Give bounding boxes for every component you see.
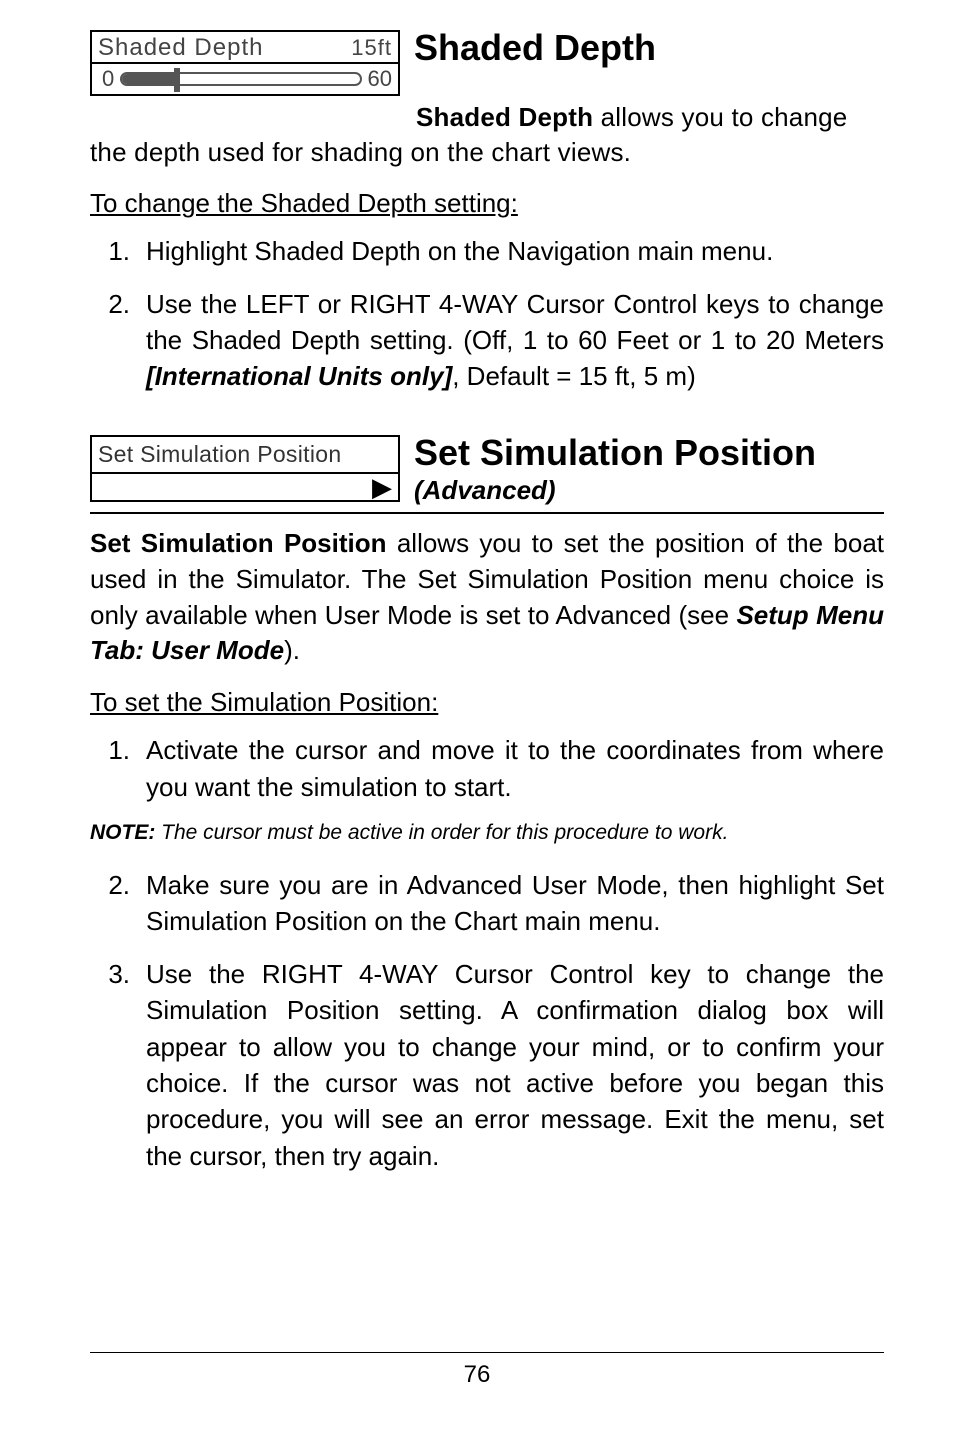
set-sim-position-subhead-italic: (Advanced) (414, 475, 816, 506)
list-number: 2. (90, 867, 146, 940)
note-label: NOTE: (90, 821, 155, 844)
shaded-depth-slider-min: 0 (102, 66, 114, 92)
sim-step-3-text: Use the RIGHT 4-WAY Cursor Control key t… (146, 956, 884, 1174)
set-sim-note: NOTE: The cursor must be active in order… (90, 821, 884, 845)
shaded-depth-heading: Shaded Depth (414, 30, 656, 66)
footer-rule (90, 1352, 884, 1353)
shaded-depth-ui-label: Shaded Depth (98, 34, 263, 62)
shaded-step-2b: , Default = 15 ft, 5 m) (452, 361, 696, 391)
list-number: 2. (90, 286, 146, 395)
list-number: 1. (90, 233, 146, 269)
set-sim-position-ui-box: Set Simulation Position ▶ (90, 435, 400, 502)
shaded-depth-subhead: To change the Shaded Depth setting: (90, 188, 884, 219)
list-number: 3. (90, 956, 146, 1174)
set-sim-position-para1: Set Simulation Position allows you to se… (90, 526, 884, 670)
list-number: 1. (90, 732, 146, 805)
shaded-depth-slider (120, 72, 361, 86)
shaded-depth-ui-slider-row: 0 60 (92, 64, 398, 94)
shaded-depth-slider-thumb (174, 68, 180, 92)
set-sim-p1b: ). (284, 635, 300, 665)
set-sim-steps-a: 1. Activate the cursor and move it to th… (90, 732, 884, 805)
sim-step-1: 1. Activate the cursor and move it to th… (90, 732, 884, 805)
set-sim-p1-bold: Set Simulation Position (90, 528, 387, 558)
shaded-step-1-text: Highlight Shaded Depth on the Navigation… (146, 233, 884, 269)
shaded-depth-ui-box: Shaded Depth 15ft 0 60 (90, 30, 400, 96)
shaded-depth-slider-max: 60 (368, 66, 392, 92)
shaded-depth-ui-row1: Shaded Depth 15ft (92, 32, 398, 64)
set-sim-position-arrow-icon: ▶ (92, 474, 398, 500)
sim-step-1-text: Activate the cursor and move it to the c… (146, 732, 884, 805)
shaded-step-1: 1. Highlight Shaded Depth on the Navigat… (90, 233, 884, 269)
shaded-step-2-text: Use the LEFT or RIGHT 4-WAY Cursor Contr… (146, 286, 884, 395)
sim-step-3: 3. Use the RIGHT 4-WAY Cursor Control ke… (90, 956, 884, 1174)
shaded-depth-steps: 1. Highlight Shaded Depth on the Navigat… (90, 233, 884, 395)
set-sim-position-subhead2: To set the Simulation Position: (90, 687, 884, 718)
sim-step-2: 2. Make sure you are in Advanced User Mo… (90, 867, 884, 940)
shaded-depth-slider-fill (122, 74, 174, 84)
shaded-depth-intro: Shaded Depth allows you to change the de… (90, 100, 884, 170)
shaded-depth-intro-bold: Shaded Depth (416, 102, 593, 132)
shaded-depth-ui-value: 15ft (351, 35, 392, 61)
shaded-step-2: 2. Use the LEFT or RIGHT 4-WAY Cursor Co… (90, 286, 884, 395)
note-text: The cursor must be active in order for t… (155, 821, 728, 844)
shaded-step-2a: Use the LEFT or RIGHT 4-WAY Cursor Contr… (146, 289, 884, 355)
set-sim-position-ui-label: Set Simulation Position (92, 437, 398, 474)
sim-step-2-text: Make sure you are in Advanced User Mode,… (146, 867, 884, 940)
divider (90, 512, 884, 514)
page-number: 76 (0, 1361, 954, 1389)
shaded-step-2-ital: [International Units only] (146, 361, 452, 391)
set-sim-position-heading: Set Simulation Position (414, 435, 816, 471)
set-sim-steps-b: 2. Make sure you are in Advanced User Mo… (90, 867, 884, 1174)
